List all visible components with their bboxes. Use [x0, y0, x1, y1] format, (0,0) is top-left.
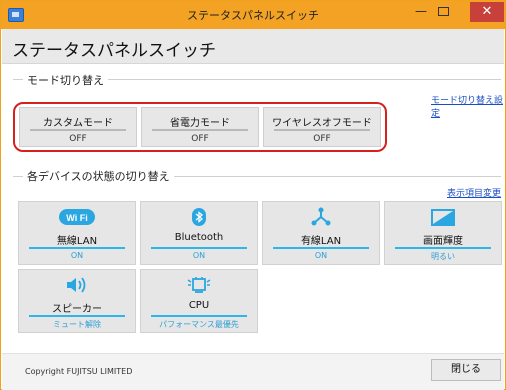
- mode-value: OFF: [191, 134, 209, 144]
- tile-value: パフォーマンス最優先: [159, 320, 239, 329]
- mode-label: ワイヤレスオフモード: [272, 118, 372, 129]
- page-title: ステータスパネルスイッチ: [12, 41, 216, 61]
- device-section-label: 各デバイスの状態の切り替え: [23, 168, 174, 184]
- header: ステータスパネルスイッチ: [2, 29, 504, 64]
- tile-value: 明るい: [431, 252, 455, 261]
- wired-lan-tile[interactable]: 有線LAN ON: [262, 201, 380, 265]
- mode-settings-link[interactable]: モード切り替え設定: [431, 93, 505, 119]
- tile-indicator-bar: [29, 247, 125, 249]
- wifi-icon: Wi Fi: [19, 207, 135, 227]
- mode-indicator-bar: [152, 129, 248, 131]
- tile-indicator-bar: [395, 247, 491, 249]
- mode-section-label: モード切り替え: [23, 72, 108, 88]
- screen-brightness-tile[interactable]: 画面輝度 明るい: [384, 201, 502, 265]
- minimize-button[interactable]: —: [410, 3, 432, 21]
- mode-label: カスタムモード: [43, 118, 113, 129]
- tile-label: 無線LAN: [56, 236, 98, 247]
- copyright-text: Copyright FUJITSU LIMITED: [25, 367, 133, 376]
- tile-value: ミュート解除: [53, 320, 101, 329]
- tile-indicator-bar: [29, 315, 125, 317]
- maximize-button[interactable]: [432, 3, 454, 21]
- tile-value: ON: [192, 251, 206, 260]
- speaker-tile[interactable]: スピーカー ミュート解除: [18, 269, 136, 333]
- mode-label: 省電力モード: [170, 118, 230, 129]
- bluetooth-tile[interactable]: Bluetooth ON: [140, 201, 258, 265]
- mode-value: OFF: [313, 134, 331, 144]
- power-saving-mode-button[interactable]: 省電力モード OFF: [141, 107, 259, 147]
- mode-value: OFF: [69, 134, 87, 144]
- close-window-button[interactable]: ✕: [470, 2, 504, 22]
- wifi-badge-text: Wi Fi: [66, 213, 87, 223]
- cpu-icon: [141, 275, 257, 295]
- wireless-off-mode-button[interactable]: ワイヤレスオフモード OFF: [263, 107, 381, 147]
- tile-label: 画面輝度: [423, 236, 463, 247]
- speaker-icon: [19, 275, 135, 295]
- tile-indicator-bar: [151, 315, 247, 317]
- wired-lan-icon: [263, 207, 379, 227]
- cpu-tile[interactable]: CPU パフォーマンス最優先: [140, 269, 258, 333]
- display-items-change-link[interactable]: 表示項目変更: [447, 186, 501, 199]
- tile-label: 有線LAN: [300, 236, 342, 247]
- bluetooth-icon: [141, 207, 257, 227]
- tile-value: ON: [314, 251, 328, 260]
- tile-label: スピーカー: [52, 304, 102, 315]
- tile-label: Bluetooth: [174, 232, 224, 243]
- brightness-icon: [385, 207, 501, 227]
- close-button[interactable]: 閉じる: [431, 359, 501, 381]
- wireless-lan-tile[interactable]: Wi Fi 無線LAN ON: [18, 201, 136, 265]
- app-window: ステータスパネルスイッチ — ✕ ステータスパネルスイッチ モード切り替え モー…: [0, 0, 506, 390]
- tile-indicator-bar: [273, 247, 369, 249]
- tile-label: CPU: [188, 300, 210, 311]
- title-bar: ステータスパネルスイッチ — ✕: [1, 1, 505, 29]
- tile-value: ON: [70, 251, 84, 260]
- mode-indicator-bar: [30, 129, 126, 131]
- tile-indicator-bar: [151, 247, 247, 249]
- custom-mode-button[interactable]: カスタムモード OFF: [19, 107, 137, 147]
- mode-indicator-bar: [274, 129, 370, 131]
